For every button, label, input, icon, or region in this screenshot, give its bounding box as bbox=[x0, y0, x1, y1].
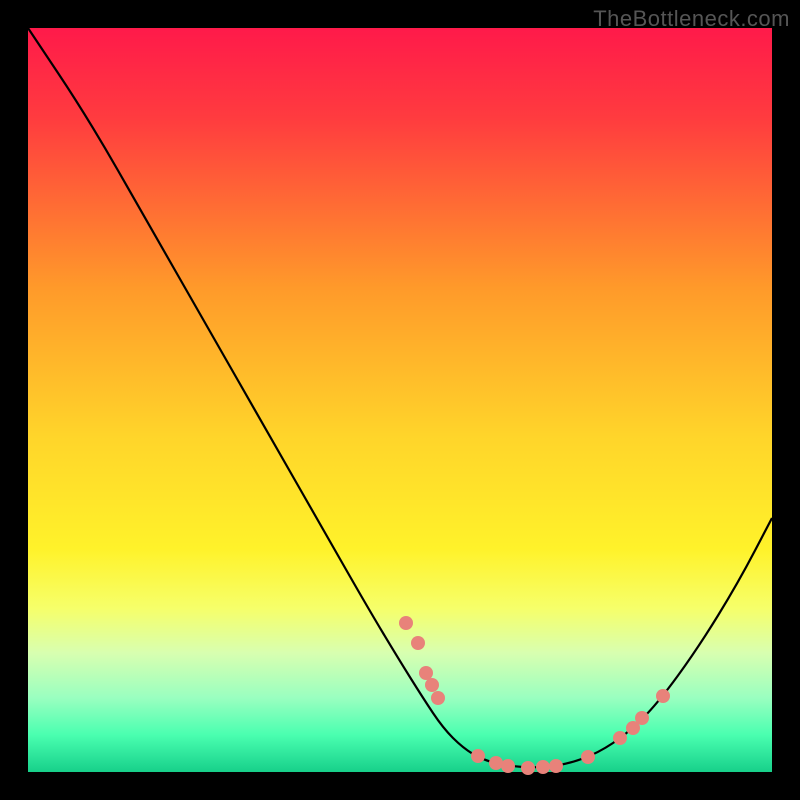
data-point bbox=[613, 731, 627, 745]
data-point bbox=[549, 759, 563, 773]
bottleneck-curve bbox=[28, 28, 772, 772]
chart-frame bbox=[28, 28, 772, 772]
watermark-text: TheBottleneck.com bbox=[593, 6, 790, 32]
data-point bbox=[635, 711, 649, 725]
data-point bbox=[501, 759, 515, 773]
data-point bbox=[399, 616, 413, 630]
data-point bbox=[581, 750, 595, 764]
data-point bbox=[656, 689, 670, 703]
data-point bbox=[471, 749, 485, 763]
data-point bbox=[521, 761, 535, 775]
data-point bbox=[431, 691, 445, 705]
data-point bbox=[411, 636, 425, 650]
data-point bbox=[536, 760, 550, 774]
data-point bbox=[425, 678, 439, 692]
